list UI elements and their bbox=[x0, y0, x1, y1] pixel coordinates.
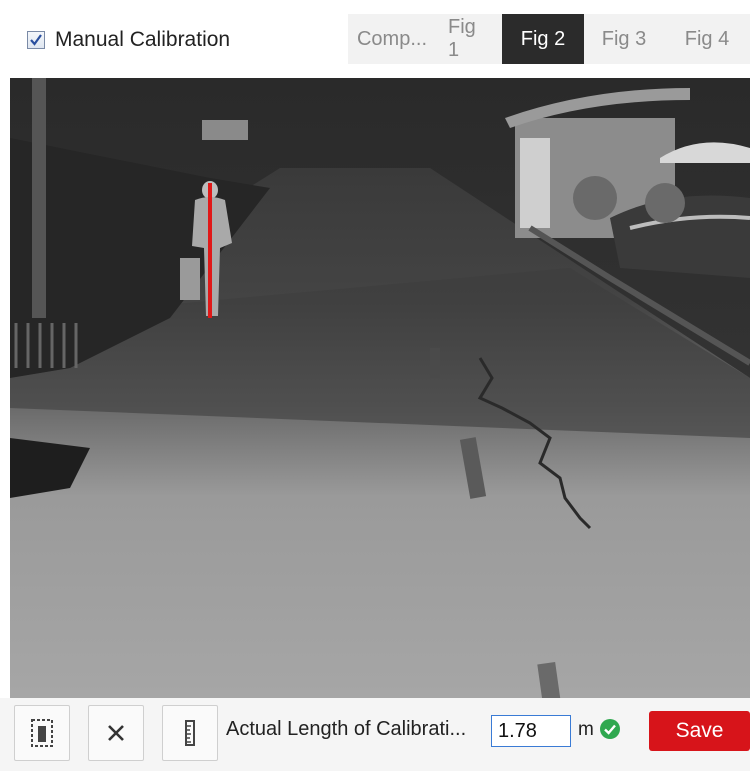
measure-button[interactable] bbox=[162, 705, 218, 761]
tab-fig-3[interactable]: Fig 3 bbox=[584, 14, 664, 64]
checkmark-icon bbox=[30, 34, 42, 46]
calibration-draw-icon bbox=[31, 719, 53, 747]
thermal-camera-view[interactable] bbox=[10, 78, 750, 698]
length-unit: m bbox=[578, 719, 594, 740]
figure-tabs: Comp... Fig 1 Fig 2 Fig 3 Fig 4 bbox=[348, 14, 750, 64]
save-button[interactable]: Save bbox=[649, 711, 750, 751]
ruler-icon bbox=[185, 720, 195, 746]
actual-length-label: Actual Length of Calibrati... bbox=[226, 718, 467, 740]
draw-calibration-button[interactable] bbox=[14, 705, 70, 761]
calibration-toolbar: Actual Length of Calibrati... m Save bbox=[0, 698, 750, 771]
tab-comp[interactable]: Comp... bbox=[348, 14, 436, 64]
top-bar: Manual Calibration Comp... Fig 1 Fig 2 F… bbox=[0, 0, 750, 78]
tab-fig-4[interactable]: Fig 4 bbox=[664, 14, 750, 64]
manual-calibration-toggle[interactable]: Manual Calibration bbox=[27, 26, 230, 54]
close-icon bbox=[108, 725, 124, 741]
tab-fig-1[interactable]: Fig 1 bbox=[436, 14, 502, 64]
actual-length-input[interactable] bbox=[491, 715, 571, 747]
manual-calibration-checkbox[interactable] bbox=[27, 31, 45, 49]
manual-calibration-label: Manual Calibration bbox=[55, 28, 231, 51]
tab-fig-2[interactable]: Fig 2 bbox=[502, 14, 584, 64]
check-circle-icon bbox=[600, 719, 620, 739]
clear-calibration-button[interactable] bbox=[88, 705, 144, 761]
thermal-scene bbox=[10, 78, 750, 698]
